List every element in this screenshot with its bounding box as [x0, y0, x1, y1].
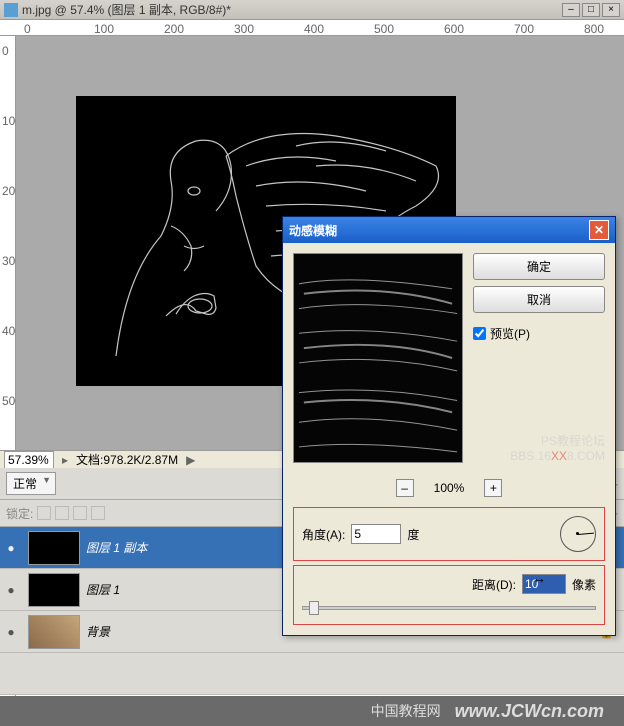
ruler-tick: 0	[2, 44, 9, 58]
visibility-icon[interactable]: ●	[0, 625, 22, 639]
angle-dial[interactable]	[560, 516, 596, 552]
cursor-icon: ↔	[532, 570, 546, 586]
angle-group: 角度(A): 度	[293, 507, 605, 561]
layer-name[interactable]: 图层 1 副本	[86, 539, 147, 556]
watermark-cn: 中国教程网	[371, 701, 441, 721]
footer-watermark: 中国教程网 www.JCWcn.com	[0, 696, 624, 726]
ruler-tick: 400	[304, 22, 324, 36]
dialog-titlebar[interactable]: 动感模糊 ✕	[283, 217, 615, 243]
blend-mode-select[interactable]: 正常	[6, 472, 56, 495]
angle-label: 角度(A):	[302, 526, 345, 543]
angle-unit: 度	[407, 526, 419, 543]
lock-label: 锁定:	[6, 505, 33, 522]
slider-handle[interactable]	[309, 601, 319, 615]
ruler-tick: 0	[24, 22, 31, 36]
visibility-icon[interactable]: ●	[0, 541, 22, 555]
zoom-in-button[interactable]: +	[484, 479, 502, 497]
window-title: m.jpg @ 57.4% (图层 1 副本, RGB/8#)*	[22, 1, 562, 18]
angle-input[interactable]	[351, 524, 401, 544]
preview-checkbox-input[interactable]	[473, 327, 486, 340]
watermark-url: www.JCWcn.com	[455, 701, 604, 722]
dialog-title: 动感模糊	[289, 222, 337, 239]
chevron-right-icon[interactable]: ▸	[62, 453, 68, 467]
cancel-button[interactable]: 取消	[473, 286, 605, 313]
layer-row-empty	[0, 653, 624, 695]
layer-thumbnail[interactable]	[28, 615, 80, 649]
preview-label: 预览(P)	[490, 325, 530, 342]
layer-thumbnail[interactable]	[28, 573, 80, 607]
layer-thumbnail[interactable]	[28, 531, 80, 565]
window-titlebar: m.jpg @ 57.4% (图层 1 副本, RGB/8#)* – □ ×	[0, 0, 624, 20]
minimize-button[interactable]: –	[562, 3, 580, 17]
dialog-close-button[interactable]: ✕	[589, 220, 609, 240]
lock-paint-icon[interactable]	[55, 506, 69, 520]
chevron-right-icon[interactable]: ▶	[186, 453, 195, 467]
watermark: PS教程论坛 BBS.16XX8.COM	[473, 432, 605, 463]
app-icon	[4, 3, 18, 17]
zoom-out-button[interactable]: –	[396, 479, 414, 497]
close-button[interactable]: ×	[602, 3, 620, 17]
visibility-icon[interactable]: ●	[0, 583, 22, 597]
distance-slider[interactable]	[302, 606, 596, 610]
distance-label: 距离(D):	[472, 576, 516, 593]
ruler-tick: 700	[514, 22, 534, 36]
distance-group: 距离(D): ↔ 像素	[293, 565, 605, 625]
maximize-button[interactable]: □	[582, 3, 600, 17]
layer-name[interactable]: 背景	[86, 623, 110, 640]
lock-all-icon[interactable]	[91, 506, 105, 520]
zoom-field[interactable]: 57.39%	[4, 451, 54, 469]
ruler-tick: 300	[234, 22, 254, 36]
ruler-tick: 200	[164, 22, 184, 36]
ruler-tick: 100	[94, 22, 114, 36]
motion-blur-dialog: 动感模糊 ✕ 确定 取消 预览(P) PS教程论坛 BBS.16XX8.COM	[282, 216, 616, 636]
doc-size: 文档:978.2K/2.87M	[76, 451, 178, 468]
ruler-tick: 600	[444, 22, 464, 36]
lock-transparency-icon[interactable]	[37, 506, 51, 520]
ruler-tick: 500	[374, 22, 394, 36]
layer-name[interactable]: 图层 1	[86, 581, 120, 598]
zoom-percent: 100%	[434, 481, 465, 495]
preview-checkbox[interactable]: 预览(P)	[473, 325, 605, 342]
preview-image[interactable]	[293, 253, 463, 463]
lock-position-icon[interactable]	[73, 506, 87, 520]
ok-button[interactable]: 确定	[473, 253, 605, 280]
ruler-horizontal: 0 100 200 300 400 500 600 700 800	[0, 20, 624, 36]
ruler-tick: 800	[584, 22, 604, 36]
distance-unit: 像素	[572, 576, 596, 593]
